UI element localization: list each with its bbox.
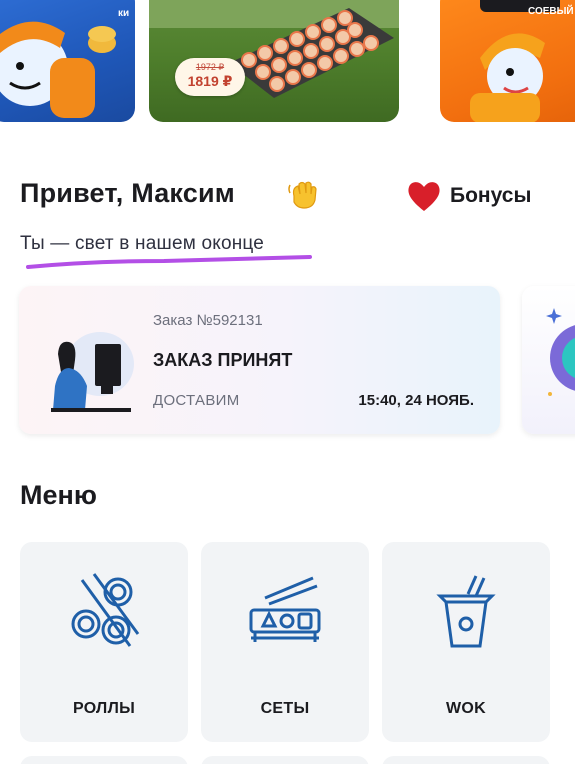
menu-heading: Меню: [20, 480, 97, 510]
promo-banner-3[interactable]: СОЕВЫЙ: [440, 0, 575, 122]
menu-tile-sets[interactable]: СЕТЫ: [201, 542, 369, 742]
bonus-button[interactable]: Бонусы: [406, 176, 531, 216]
new-price: 1819 ₽: [187, 73, 233, 89]
sparkle-icon: [546, 308, 575, 396]
order-number: Заказ №592131: [153, 312, 263, 329]
banner-3-text: СОЕВЫЙ: [528, 6, 574, 17]
delivery-label: ДОСТАВИМ: [153, 392, 240, 409]
menu-tile-rolls[interactable]: РОЛЛЫ: [20, 542, 188, 742]
mascot-illustration: [0, 21, 116, 118]
old-price: 1972 ₽: [195, 62, 225, 72]
operator-illustration: [51, 332, 134, 412]
tile-label: WOK: [445, 700, 486, 717]
handwritten-underline: [26, 255, 312, 269]
delivery-time: 15:40, 24 НОЯБ.: [358, 392, 474, 409]
waving-hand-icon: [288, 181, 317, 209]
menu-tile-wok[interactable]: WOK: [382, 542, 550, 742]
tile-label: СЕТЫ: [260, 700, 310, 717]
next-card-peek[interactable]: [522, 286, 575, 434]
promo-banner-2[interactable]: 1972 ₽ 1819 ₽: [149, 0, 399, 122]
menu-tile-peek[interactable]: [201, 756, 369, 764]
menu-tile-peek[interactable]: [20, 756, 188, 764]
greeting-subtitle: Ты — свет в нашем оконце: [20, 233, 265, 254]
order-card[interactable]: Заказ №592131 ЗАКАЗ ПРИНЯТ ДОСТАВИМ 15:4…: [19, 286, 500, 434]
promo-banner-1[interactable]: ки: [0, 0, 135, 122]
tile-label: РОЛЛЫ: [72, 700, 136, 717]
order-status: ЗАКАЗ ПРИНЯТ: [153, 350, 293, 370]
price-tag: 1972 ₽ 1819 ₽: [175, 58, 245, 96]
bonus-label: Бонусы: [450, 184, 532, 207]
sushi-set-icon: [249, 576, 321, 642]
mascot-illustration-2: [470, 0, 560, 122]
rolls-icon: [71, 573, 140, 647]
banner-1-text: ки: [118, 8, 130, 19]
wok-box-icon: [436, 575, 496, 648]
greeting-title: Привет, Максим: [20, 178, 235, 208]
heart-icon: [408, 182, 440, 211]
menu-tile-peek[interactable]: [382, 756, 550, 764]
